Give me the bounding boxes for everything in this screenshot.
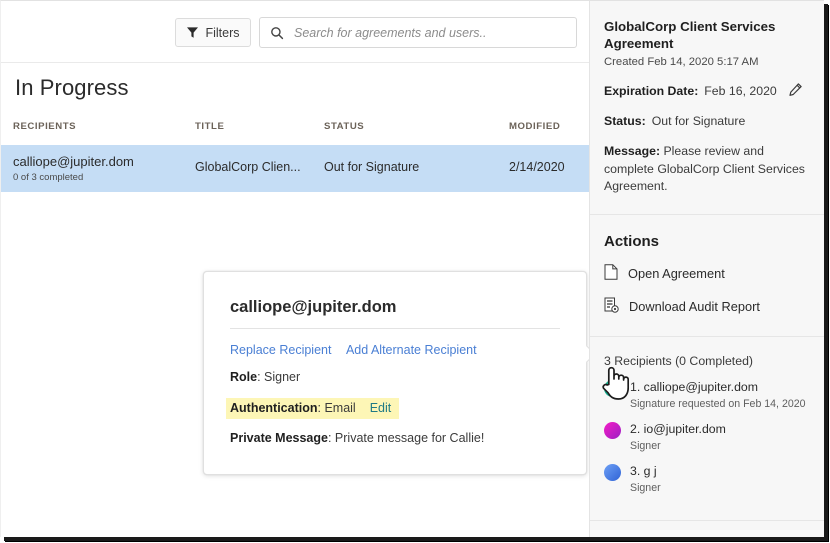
recipient-meta: Signer: [630, 481, 661, 494]
recipient-list-item[interactable]: 3. g j Signer: [604, 462, 811, 494]
popup-links: Replace Recipient Add Alternate Recipien…: [230, 343, 477, 357]
cell-title: GlobalCorp Clien...: [195, 160, 301, 174]
popup-role-row: Role: Signer: [230, 370, 300, 384]
agreement-message: Message: Please review and complete Glob…: [604, 143, 811, 213]
status-label: Status:: [604, 114, 646, 129]
funnel-icon: [186, 26, 199, 39]
popup-divider: [230, 328, 560, 329]
recipient-name: 1. calliope@jupiter.dom: [630, 379, 759, 394]
actions-section: Actions Open Agreement Download Audit Re…: [590, 215, 824, 336]
popup-message-key: Private Message: [230, 431, 328, 445]
avatar: [604, 379, 621, 397]
download-audit-report-label: Download Audit Report: [629, 298, 760, 314]
audit-report-icon: [604, 297, 619, 316]
cell-recipient: calliope@jupiter.dom: [13, 154, 134, 169]
table-row[interactable]: calliope@jupiter.dom 0 of 3 completed Gl…: [1, 145, 589, 192]
recipient-meta: Signer: [630, 439, 661, 452]
filters-label: Filters: [205, 25, 240, 40]
cell-modified: 2/14/2020: [509, 160, 565, 174]
expiration-date-value: Feb 16, 2020: [704, 84, 777, 99]
popup-authentication-row: Authentication: Email Edit: [226, 398, 400, 419]
main-content: Filters In Progress RECIPIENTS TITLE: [1, 1, 596, 537]
table-header: RECIPIENTS TITLE STATUS MODIFIED: [1, 121, 589, 143]
recipient-details-popup: calliope@jupiter.dom Replace Recipient A…: [203, 271, 596, 475]
agreement-summary: GlobalCorp Client Services Agreement Cre…: [590, 1, 824, 214]
download-audit-report-action[interactable]: Download Audit Report: [604, 297, 811, 316]
search-input[interactable]: [292, 24, 562, 41]
toolbar: Filters: [1, 1, 589, 63]
cell-recipient-progress: 0 of 3 completed: [13, 172, 84, 183]
expiration-date-row: Expiration Date: Feb 16, 2020: [604, 83, 811, 99]
recipient-name: 2. io@jupiter.dom: [630, 421, 726, 436]
search-box[interactable]: [259, 17, 577, 48]
screenshot-root: Filters In Progress RECIPIENTS TITLE: [0, 0, 830, 543]
recipient-list-item[interactable]: 1. calliope@jupiter.dom Signature reques…: [604, 378, 811, 410]
search-icon: [270, 26, 292, 40]
status-value: Out for Signature: [651, 114, 746, 129]
avatar: [604, 463, 621, 481]
cell-status: Out for Signature: [324, 160, 420, 174]
popup-message-value: : Private message for Callie!: [327, 431, 485, 445]
popup-role-value: : Signer: [257, 370, 301, 384]
open-agreement-action[interactable]: Open Agreement: [604, 263, 811, 283]
recipient-text: 2. io@jupiter.dom Signer: [630, 420, 726, 452]
recipient-text: 3. g j Signer: [630, 462, 661, 494]
popup-auth-key: Authentication: [230, 401, 318, 415]
filters-button[interactable]: Filters: [175, 18, 251, 47]
agreement-title: GlobalCorp Client Services Agreement: [604, 19, 776, 51]
popup-title: calliope@jupiter.dom: [230, 298, 397, 316]
column-header-recipients: RECIPIENTS: [13, 121, 77, 132]
popup-auth-value: : Email: [317, 401, 356, 415]
pencil-icon[interactable]: [789, 83, 802, 99]
recipient-text: 1. calliope@jupiter.dom Signature reques…: [630, 378, 806, 410]
add-alternate-recipient-link[interactable]: Add Alternate Recipient: [346, 343, 477, 357]
app-window: Filters In Progress RECIPIENTS TITLE: [0, 0, 824, 537]
recipient-meta: Signature requested on Feb 14, 2020: [630, 397, 806, 410]
edit-authentication-link[interactable]: Edit: [370, 401, 392, 415]
expiration-date-label: Expiration Date:: [604, 84, 699, 99]
recipient-list-item[interactable]: 2. io@jupiter.dom Signer: [604, 420, 811, 452]
column-header-modified: MODIFIED: [509, 121, 561, 132]
avatar: [604, 421, 621, 439]
details-rail: GlobalCorp Client Services Agreement Cre…: [589, 1, 824, 537]
column-header-title: TITLE: [195, 121, 225, 132]
actions-heading: Actions: [604, 232, 660, 250]
agreement-created: Created Feb 14, 2020 5:17 AM: [604, 56, 759, 69]
page-title: In Progress: [15, 75, 129, 100]
column-header-status: STATUS: [324, 121, 365, 132]
popup-role-key: Role: [230, 370, 258, 384]
recipients-section: 3 Recipients (0 Completed) 1. calliope@j…: [590, 337, 824, 520]
replace-recipient-link[interactable]: Replace Recipient: [230, 343, 331, 357]
message-label: Message:: [604, 144, 661, 159]
recipients-heading: 3 Recipients (0 Completed): [604, 353, 753, 368]
open-agreement-label: Open Agreement: [628, 265, 725, 281]
recipient-name: 3. g j: [630, 463, 657, 478]
activity-toggle[interactable]: Activity: [604, 521, 811, 537]
document-icon: [604, 263, 618, 283]
status-row: Status: Out for Signature: [604, 114, 811, 128]
popup-private-message-row: Private Message: Private message for Cal…: [230, 431, 484, 445]
activity-section: Activity: [590, 521, 824, 537]
